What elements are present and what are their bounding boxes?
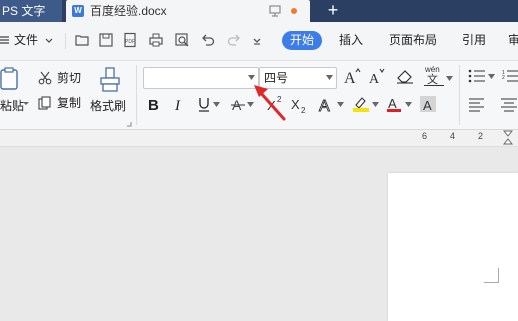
copy-button[interactable]: 复制	[57, 96, 81, 110]
menu-file[interactable]: 文件	[14, 32, 38, 48]
svg-text:2: 2	[502, 75, 505, 81]
dialog-launcher-icon[interactable]	[126, 121, 132, 127]
font-color-dropdown-icon[interactable]	[405, 102, 412, 107]
ruler-number: 6	[422, 131, 428, 141]
margin-corner-mark	[484, 268, 499, 283]
highlight-dropdown-icon[interactable]	[372, 102, 379, 107]
svg-text:I: I	[174, 98, 181, 112]
underline-dropdown-icon[interactable]	[213, 102, 220, 107]
chevron-down-icon[interactable]	[45, 38, 53, 44]
svg-text:A: A	[369, 72, 380, 85]
svg-text:A: A	[344, 70, 356, 85]
paste-label[interactable]: 粘贴	[0, 99, 24, 113]
bullet-list-dropdown-icon[interactable]	[488, 74, 495, 79]
phonetic-guide-icon[interactable]: wén 文	[423, 65, 447, 87]
undo-icon[interactable]	[200, 32, 216, 48]
ruler-number: 2	[478, 131, 484, 141]
numbered-list-icon[interactable]: 12	[502, 69, 518, 83]
align-left-icon[interactable]	[468, 98, 486, 112]
annotation-arrow	[254, 85, 286, 121]
svg-text:B: B	[148, 97, 159, 112]
scissors-icon[interactable]	[38, 71, 52, 85]
paste-dropdown-icon[interactable]	[22, 101, 30, 107]
indent-marker-icon[interactable]	[503, 130, 513, 146]
bold-icon[interactable]: B	[147, 96, 161, 112]
copy-icon[interactable]	[38, 96, 52, 110]
document-page[interactable]	[388, 173, 518, 321]
print-preview-icon[interactable]	[174, 32, 190, 48]
tab-review[interactable]: 审	[508, 32, 518, 48]
font-color-icon[interactable]: A	[386, 95, 402, 113]
tab-start[interactable]: 开始	[282, 31, 322, 50]
tab-references[interactable]: 引用	[462, 32, 486, 48]
underline-icon[interactable]	[197, 96, 211, 113]
document-title: 百度经验.docx	[90, 4, 167, 18]
format-painter-icon[interactable]	[99, 67, 121, 93]
quick-access-dropdown-icon[interactable]	[252, 36, 262, 46]
svg-text:A: A	[423, 98, 432, 113]
hamburger-icon[interactable]	[0, 35, 10, 45]
pinyin-label: wén	[425, 65, 440, 74]
tab-document[interactable]: W 百度经验.docx	[66, 0, 310, 22]
tab-page-layout[interactable]: 页面布局	[389, 32, 437, 48]
italic-icon[interactable]: I	[173, 96, 185, 112]
svg-text:2: 2	[301, 106, 306, 114]
horizontal-ruler: 6 4 2	[0, 130, 518, 146]
paste-icon[interactable]	[0, 67, 20, 91]
word-doc-icon: W	[72, 5, 84, 17]
svg-text:A: A	[319, 98, 330, 113]
text-effect-dropdown-icon[interactable]	[337, 102, 344, 107]
phonetic-dropdown-icon[interactable]	[446, 76, 453, 81]
title-bar: PS 文字 W 百度经验.docx +	[0, 0, 518, 22]
svg-text:PDF: PDF	[125, 39, 135, 45]
align-center-icon[interactable]	[500, 98, 518, 112]
shrink-font-icon[interactable]: A	[368, 67, 386, 85]
monitor-icon[interactable]	[268, 4, 282, 18]
cut-button[interactable]: 剪切	[57, 71, 81, 85]
export-pdf-icon[interactable]: PDF	[122, 32, 138, 48]
ruler-number: 4	[450, 131, 456, 141]
menu-bar: 文件 PDF 开始 插入 页面布局 引用 审	[0, 22, 518, 61]
document-canvas[interactable]	[0, 146, 518, 321]
unsaved-dot-icon	[291, 8, 297, 14]
grow-font-icon[interactable]: A	[343, 67, 361, 85]
character-shading-icon[interactable]: A	[419, 95, 437, 113]
text-effect-icon[interactable]: A	[318, 95, 336, 113]
highlight-icon[interactable]	[352, 95, 370, 113]
eraser-icon[interactable]	[396, 68, 414, 84]
font-size-dropdown-icon[interactable]	[326, 75, 333, 80]
save-icon[interactable]	[98, 32, 114, 48]
tab-insert[interactable]: 插入	[339, 32, 363, 48]
tab-app[interactable]: PS 文字	[0, 0, 62, 22]
format-painter-button[interactable]: 格式刷	[90, 99, 126, 113]
bullet-list-icon[interactable]	[468, 69, 486, 83]
open-folder-icon[interactable]	[74, 32, 90, 48]
print-icon[interactable]	[148, 32, 164, 48]
tab-app-label: PS 文字	[2, 4, 46, 18]
redo-icon[interactable]	[226, 32, 242, 48]
new-tab-button[interactable]: +	[322, 0, 344, 22]
svg-text:A: A	[388, 96, 397, 111]
